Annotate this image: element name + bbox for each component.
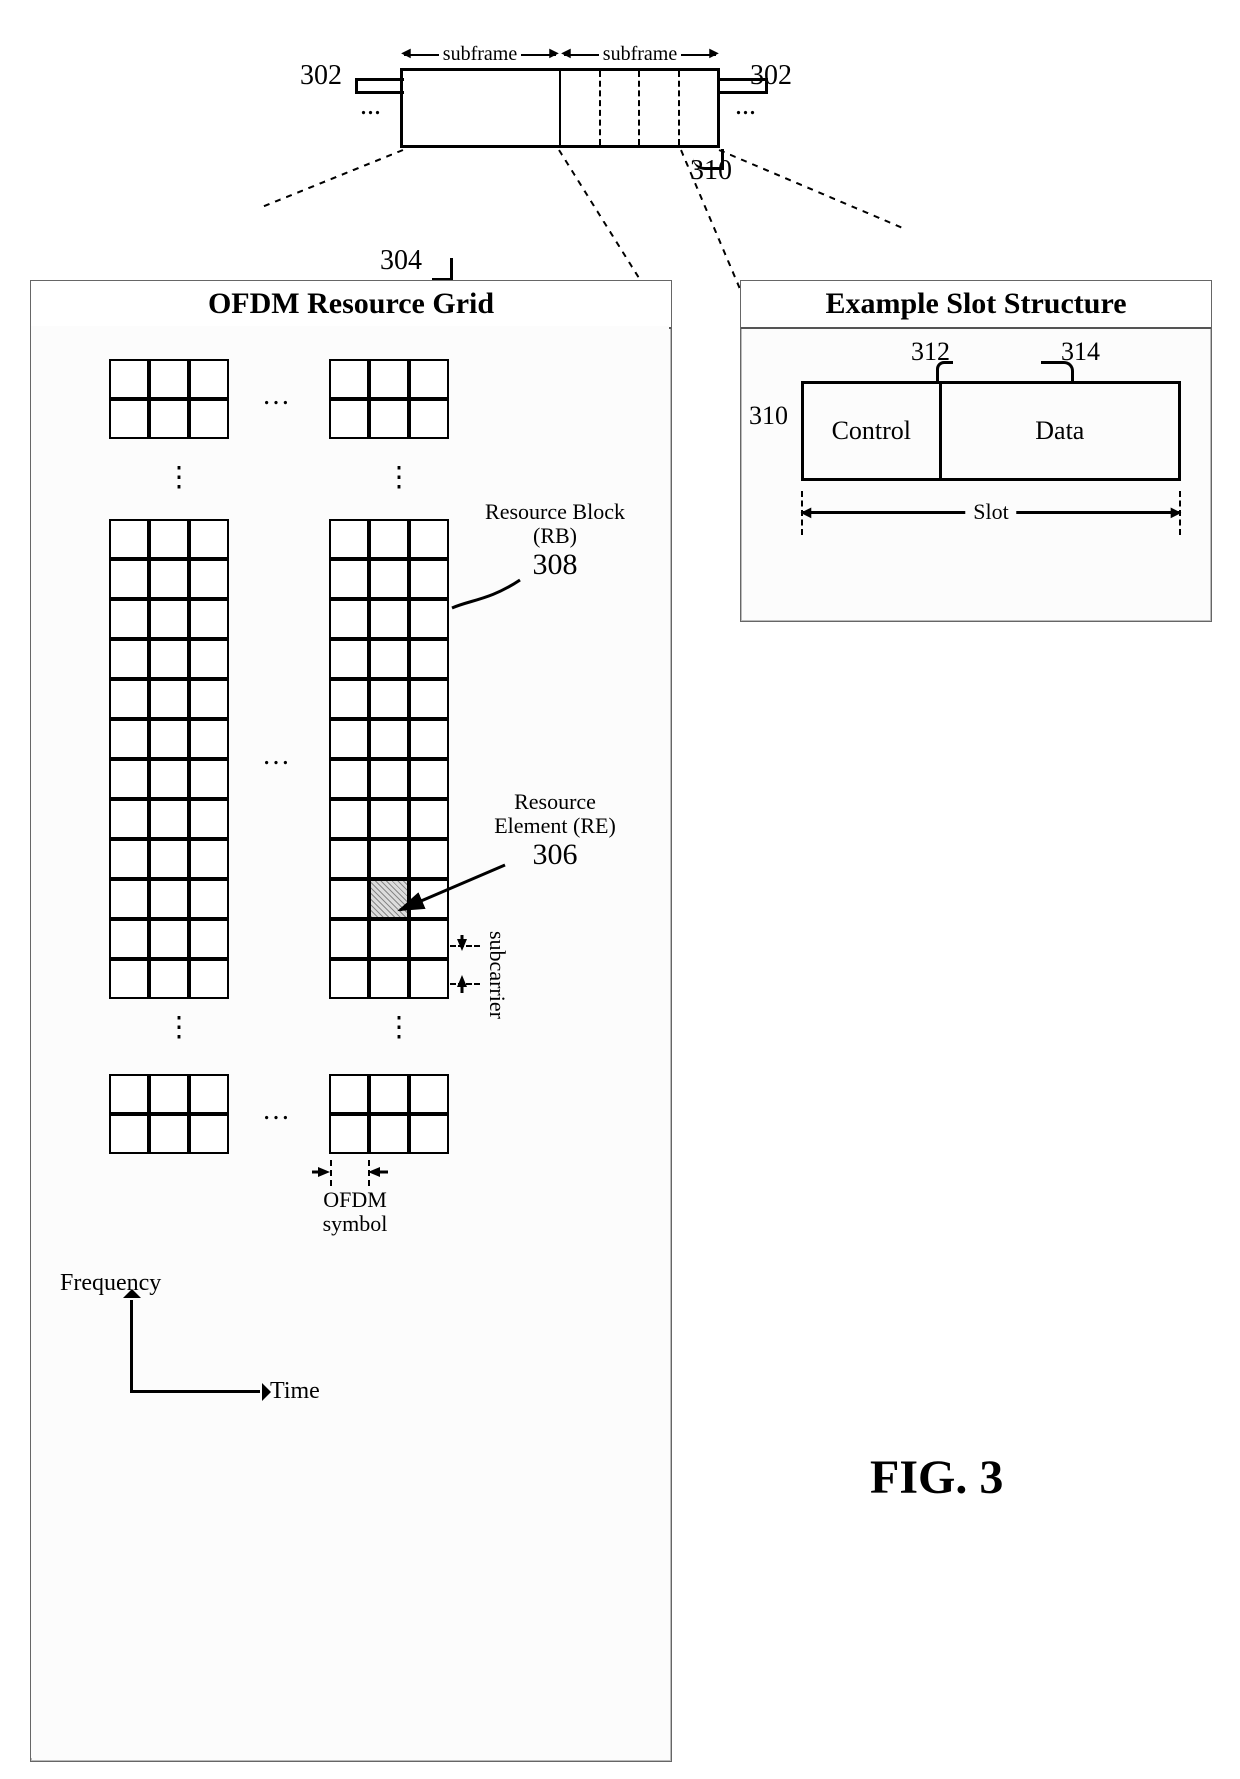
subcarrier-label: subcarrier	[484, 931, 510, 1019]
subframe-dimension-labels: ◄► subframe ◄► subframe	[400, 40, 720, 68]
slot-panel-title: Example Slot Structure	[741, 281, 1211, 329]
grid-block-rb	[110, 520, 230, 1000]
lead-304	[432, 258, 453, 281]
subframe-label-right: subframe	[599, 43, 681, 66]
ellipsis-right: ...	[735, 90, 756, 122]
slot-structure-panel: Example Slot Structure 310 312 314 Contr…	[740, 280, 1212, 622]
ref-302-right: 302	[750, 60, 792, 92]
figure-label: FIG. 3	[870, 1450, 1003, 1505]
lead-line-308	[450, 560, 530, 620]
figure-3-canvas: ◄► subframe ◄► subframe 302 302 ... ... …	[0, 0, 1240, 1779]
ref-310-top: 310	[690, 155, 732, 187]
subframe-label-left: subframe	[439, 43, 521, 66]
ellipsis	[165, 460, 193, 494]
grid-block-small	[330, 1075, 450, 1155]
ref-310-slot: 310	[749, 401, 788, 431]
grid-block-small	[330, 360, 450, 440]
ref-302-left: 302	[300, 60, 342, 92]
ref-304: 304	[380, 245, 422, 277]
ellipsis	[262, 380, 290, 412]
expansion-dash	[558, 149, 639, 277]
slot-data-region: Data	[942, 384, 1178, 478]
ellipsis	[165, 1010, 193, 1044]
frame-stack	[400, 68, 720, 148]
expansion-dash	[719, 149, 904, 229]
expansion-dash	[264, 149, 404, 207]
ellipsis	[385, 1010, 413, 1044]
slot-dim-label: Slot	[965, 499, 1016, 525]
grid-block-small	[110, 360, 230, 440]
ellipsis	[385, 460, 413, 494]
rb-label: Resource Block (RB)	[470, 500, 640, 548]
axis-time-label: Time	[270, 1378, 320, 1405]
ellipsis-left: ...	[360, 90, 381, 122]
ofdm-symbol-label: OFDM symbol	[310, 1188, 400, 1236]
axis-frequency-label: Frequency	[60, 1270, 161, 1297]
grid-block-rb	[330, 520, 450, 1000]
re-label: Resource Element (RE)	[470, 790, 640, 838]
ellipsis	[262, 740, 290, 772]
slot-box: Control Data	[801, 381, 1181, 481]
grid-panel-title: OFDM Resource Grid	[31, 281, 671, 329]
grid-block-small	[110, 1075, 230, 1155]
ellipsis	[262, 1095, 290, 1127]
slot-control-region: Control	[804, 384, 942, 478]
lead-arrow-306	[395, 860, 515, 920]
